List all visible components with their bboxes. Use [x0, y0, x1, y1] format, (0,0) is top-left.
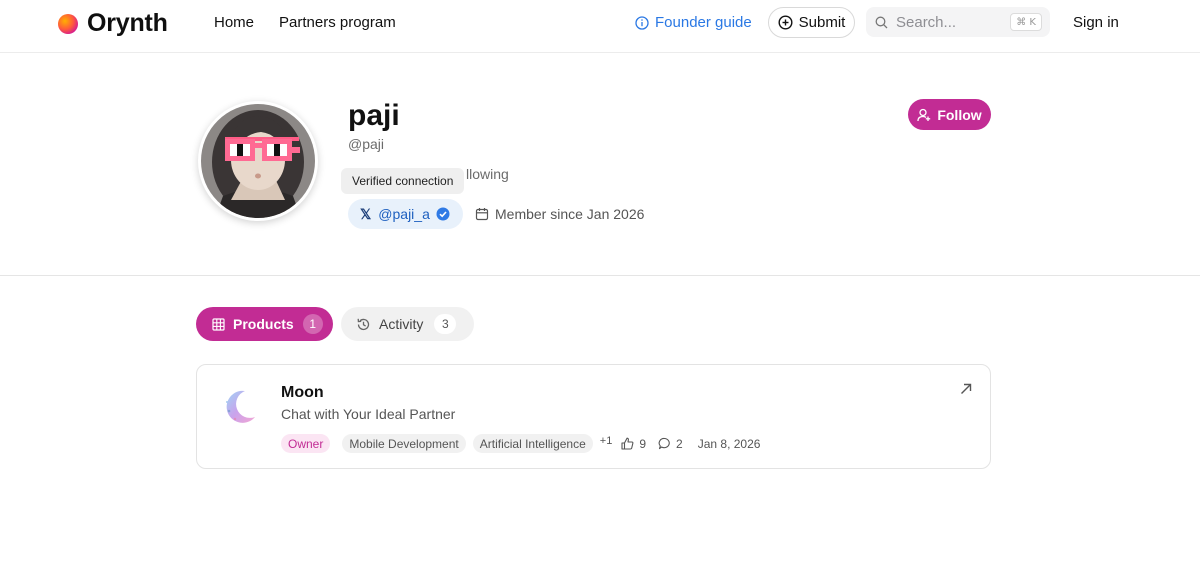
calendar-icon — [475, 208, 489, 221]
following-count[interactable]: llowing — [466, 166, 509, 182]
search-input[interactable]: Search... ⌘ K — [866, 7, 1050, 37]
brand-logo[interactable]: Orynth — [58, 9, 168, 38]
section-divider — [0, 275, 1200, 276]
x-account-link[interactable]: 𝕏 @paji_a — [348, 199, 463, 229]
comments-stat: 2 — [658, 437, 683, 451]
product-meta: Owner Mobile Development Artificial Inte… — [281, 434, 760, 453]
verified-tooltip: Verified connection — [341, 168, 465, 194]
search-placeholder: Search... — [896, 13, 957, 31]
tab-products-count: 1 — [302, 314, 323, 334]
submit-button[interactable]: Submit — [768, 7, 855, 38]
comment-icon — [658, 437, 670, 450]
product-tagline: Chat with Your Ideal Partner — [281, 406, 456, 422]
profile-avatar — [198, 101, 318, 221]
comments-count: 2 — [676, 436, 683, 451]
founder-guide-label: Founder guide — [655, 14, 752, 31]
product-logo — [219, 387, 259, 427]
brand-name: Orynth — [87, 9, 168, 37]
nav-home-link[interactable]: Home — [214, 14, 254, 31]
profile-name: paji — [348, 99, 400, 132]
product-name[interactable]: Moon — [281, 384, 324, 402]
search-icon — [875, 16, 888, 28]
history-icon — [357, 318, 370, 330]
member-since-label: Member since Jan 2026 — [495, 206, 645, 222]
tab-activity-count: 3 — [434, 314, 457, 334]
tab-products-label: Products — [233, 316, 294, 332]
more-categories: +1 — [599, 434, 613, 447]
likes-stat: 9 — [621, 437, 646, 451]
tab-activity-label: Activity — [379, 316, 424, 332]
external-arrow-icon[interactable] — [960, 383, 972, 395]
brand-mark-icon — [58, 13, 78, 34]
likes-count: 9 — [639, 436, 647, 451]
product-date: Jan 8, 2026 — [697, 436, 761, 451]
info-icon — [635, 15, 649, 30]
member-since: Member since Jan 2026 — [475, 206, 644, 222]
grid-icon — [212, 317, 225, 331]
founder-guide-link[interactable]: Founder guide — [635, 14, 752, 31]
sign-in-link[interactable]: Sign in — [1073, 14, 1119, 31]
x-handle: @paji_a — [378, 206, 430, 222]
owner-badge: Owner — [281, 434, 331, 453]
category-tag[interactable]: Artificial Intelligence — [472, 434, 593, 453]
thumbs-up-icon — [621, 437, 634, 450]
follow-label: Follow — [937, 106, 982, 123]
tab-products[interactable]: Products 1 — [196, 307, 333, 341]
verified-check-icon — [436, 207, 450, 221]
tab-activity[interactable]: Activity 3 — [341, 307, 474, 341]
x-logo-icon: 𝕏 — [360, 205, 372, 222]
follow-button[interactable]: Follow — [908, 99, 991, 130]
plus-circle-icon — [778, 15, 793, 30]
profile-handle: @paji — [348, 136, 385, 152]
category-tag[interactable]: Mobile Development — [342, 434, 466, 453]
submit-label: Submit — [798, 14, 846, 31]
nav-partners-link[interactable]: Partners program — [279, 14, 396, 31]
avatar-image — [201, 104, 315, 218]
product-card[interactable]: Moon Chat with Your Ideal Partner Owner … — [196, 364, 991, 469]
user-plus-icon — [917, 108, 931, 121]
search-shortcut: ⌘ K — [1010, 13, 1042, 31]
top-navbar: Orynth Home Partners program Founder gui… — [0, 0, 1200, 53]
